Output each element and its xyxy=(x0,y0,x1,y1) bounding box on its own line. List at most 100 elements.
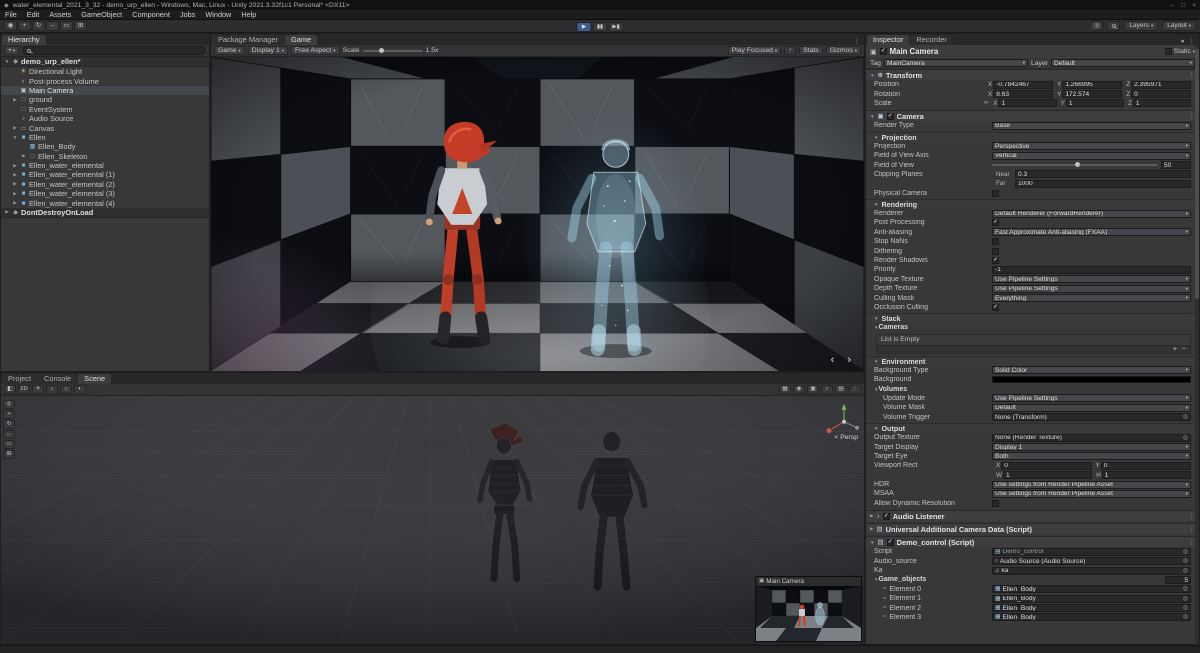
gizmo-icon[interactable]: ◉ xyxy=(793,385,805,394)
game-tab-package-manager[interactable]: Package Manager xyxy=(212,35,284,45)
2d-icon[interactable]: 2D xyxy=(18,385,30,394)
enabled-checkbox[interactable]: ✓ xyxy=(886,112,894,120)
mute-audio-icon[interactable]: ♪ xyxy=(784,46,797,55)
hierarchy-item-ellen-water-elemental-2[interactable]: ▶ ■ Ellen_water_elemental (2) xyxy=(1,180,209,189)
rect-tool-icon[interactable]: ▭ xyxy=(60,21,73,31)
stop-nans-checkbox[interactable] xyxy=(992,238,999,246)
layers-dropdown[interactable]: Layers ▾ xyxy=(1124,21,1159,31)
hierarchy-search-input[interactable] xyxy=(22,46,206,55)
far-field[interactable]: 1000 xyxy=(1015,179,1191,188)
transform-tool-icon[interactable]: ⊞ xyxy=(3,450,15,459)
foldout-icon[interactable]: ▶ xyxy=(12,172,18,178)
account-icon[interactable]: ◎ xyxy=(1090,21,1104,31)
menu-jobs[interactable]: Jobs xyxy=(175,10,200,19)
inspector-tab-recorder[interactable]: Recorder xyxy=(910,35,953,45)
component-header-demo-control-script[interactable]: ▼ ▤ ✓ Demo_control (Script) ⋮ xyxy=(866,536,1199,548)
object-picker-icon[interactable]: ◎ xyxy=(1183,586,1188,592)
slider-knob[interactable] xyxy=(378,47,384,53)
scene-viewport[interactable]: ◎ + ↻ ↔ ▭ ⊞ < Persp ▣ Main Camera xyxy=(1,396,864,644)
scene-header[interactable]: ▼ ◆ demo_urp_ellen* xyxy=(1,57,209,67)
add-object-button[interactable]: + ▾ xyxy=(4,46,20,55)
active-checkbox[interactable]: ✓ xyxy=(879,48,887,55)
hierarchy-item-ellen-water-elemental[interactable]: ▶ ■ Ellen_water_elemental xyxy=(1,161,209,170)
render-shadows-checkbox[interactable]: ✓ xyxy=(992,257,999,265)
background-type-dropdown[interactable]: Solid Color ▾ xyxy=(992,366,1191,375)
hierarchy-item-ellen[interactable]: ▼ ■ Ellen xyxy=(1,133,209,142)
play-focused-dropdown[interactable]: Play Focused ▾ xyxy=(727,46,782,55)
anti-aliasing-dropdown[interactable]: Fast Approximate Anti-aliasing (FXAA) ▾ xyxy=(992,228,1191,237)
play-button[interactable]: ▶ xyxy=(576,21,592,32)
menu-assets[interactable]: Assets xyxy=(44,10,76,19)
dithering-checkbox[interactable] xyxy=(992,247,999,255)
depth-texture-dropdown[interactable]: Use Pipeline Settings ▾ xyxy=(992,284,1191,293)
rotate-tool-icon[interactable]: ↻ xyxy=(32,21,45,31)
scene-tab-project[interactable]: Project xyxy=(2,374,38,384)
field-of-view-slider[interactable]: 50 xyxy=(992,161,1191,170)
component-header-universal-additional-camera-data-script[interactable]: ▶ ▤ Universal Additional Camera Data (Scri… xyxy=(866,523,1199,535)
list-size-field[interactable]: 5 xyxy=(1165,575,1191,584)
target-display-dropdown[interactable]: Display 1 ▾ xyxy=(992,443,1191,452)
aspect-dropdown[interactable]: Free Aspect ▾ xyxy=(291,46,340,55)
rotation-y-field[interactable]: 172.574 xyxy=(1062,90,1123,99)
object-picker-icon[interactable]: ◎ xyxy=(1183,435,1188,441)
scale-y-field[interactable]: 1 xyxy=(1065,99,1124,108)
audio-icon[interactable]: ♪ xyxy=(46,385,58,394)
lock-icon[interactable]: ● xyxy=(1181,38,1185,45)
hdr-dropdown[interactable]: Use settings from Render Pipeline Asset ▾ xyxy=(992,480,1191,489)
hierarchy-item-eventsystem[interactable]: □ EventSystem xyxy=(1,105,209,114)
section-header-stack[interactable]: ▼ Stack ◦ xyxy=(866,313,1199,324)
inspector-scrollbar[interactable] xyxy=(1195,45,1199,645)
hierarchy-item-post-process-volume[interactable]: ◐ Post-process Volume xyxy=(1,76,209,86)
msaa-dropdown[interactable]: Use settings from Render Pipeline Asset ▾ xyxy=(992,489,1191,498)
dontdestroyonload-header[interactable]: ▶ ◆ DontDestroyOnLoad xyxy=(1,207,209,218)
output-texture-object-field[interactable]: None (Render Texture) ◎ xyxy=(992,433,1191,442)
object-picker-icon[interactable]: ◎ xyxy=(1183,568,1188,574)
static-checkbox[interactable] xyxy=(1164,48,1172,55)
rotate-tool-icon[interactable]: ↻ xyxy=(3,420,15,429)
position-y-field[interactable]: 1.266995 xyxy=(1062,80,1123,89)
inspector-tab-inspector[interactable]: Inspector xyxy=(867,35,910,45)
scale-z-field[interactable]: 1 xyxy=(1132,99,1192,108)
effects-icon[interactable]: ☼ xyxy=(60,385,72,394)
step-button[interactable]: ▶▮ xyxy=(608,21,624,32)
nav-arrows[interactable]: ‹ › xyxy=(831,354,856,366)
object-picker-icon[interactable]: ◎ xyxy=(1183,549,1188,555)
foldout-icon[interactable]: ▼ xyxy=(874,426,878,431)
scale-tool-icon[interactable]: ↔ xyxy=(46,21,59,31)
ka-object-field[interactable]: ♫ ka ◎ xyxy=(992,566,1191,575)
section-header-output[interactable]: ▼ Output ◦ xyxy=(866,422,1199,433)
post-processing-checkbox[interactable]: ✓ xyxy=(992,219,999,227)
audio-source-object-field[interactable]: ♪ Audio Source (Audio Source) ◎ xyxy=(992,557,1191,566)
rotation-z-field[interactable]: 0 xyxy=(1131,90,1191,99)
scale-slider[interactable] xyxy=(362,47,423,53)
field-of-view-axis-dropdown[interactable]: Vertical ▾ xyxy=(992,151,1191,160)
occlusion-culling-checkbox[interactable]: ✓ xyxy=(992,304,999,311)
drag-handle-icon[interactable]: = xyxy=(883,596,887,602)
section-header-rendering[interactable]: ▼ Rendering ◦ xyxy=(866,198,1199,209)
section-options-icon[interactable]: ◦ xyxy=(1191,316,1193,322)
foldout-icon[interactable]: ▶ xyxy=(12,191,18,197)
update-mode-dropdown[interactable]: Use Pipeline Settings ▾ xyxy=(992,394,1191,403)
drag-handle-icon[interactable]: = xyxy=(883,586,887,592)
rect-y-field[interactable]: 0 xyxy=(1100,461,1191,470)
view-mode-dropdown[interactable]: Game ▾ xyxy=(214,46,245,55)
volume-mask-dropdown[interactable]: Default ▾ xyxy=(992,403,1191,412)
enabled-checkbox[interactable]: ✓ xyxy=(882,512,890,520)
element-2-object-field[interactable]: ▦ Ellen_Body ◎ xyxy=(992,604,1191,613)
hierarchy-item-ellen-body[interactable]: ▦ Ellen_Body xyxy=(1,142,209,151)
draw-mode-icon[interactable]: ◧ xyxy=(4,385,16,394)
object-picker-icon[interactable]: ◎ xyxy=(1183,558,1188,564)
grid-icon[interactable]: ▦ xyxy=(779,385,791,394)
foldout-icon[interactable]: ▼ xyxy=(12,135,18,140)
rotation-x-field[interactable]: 8.63 xyxy=(993,90,1054,99)
foldout-icon[interactable]: ▶ xyxy=(12,181,18,187)
panel-menu-icon[interactable]: ⋮ xyxy=(1189,37,1196,45)
priority-field[interactable]: -1 xyxy=(992,265,1191,274)
section-header-projection[interactable]: ▼ Projection ◦ xyxy=(866,131,1199,142)
element-3-object-field[interactable]: ▦ Ellen_Body ◎ xyxy=(992,613,1191,622)
tag-dropdown[interactable]: MainCamera ▾ xyxy=(883,59,1028,67)
position-z-field[interactable]: 2.395971 xyxy=(1131,80,1191,89)
foldout-icon[interactable]: ▶ xyxy=(4,209,10,215)
projection-dropdown[interactable]: Perspective ▾ xyxy=(992,142,1191,151)
slider-knob[interactable] xyxy=(1075,162,1080,168)
